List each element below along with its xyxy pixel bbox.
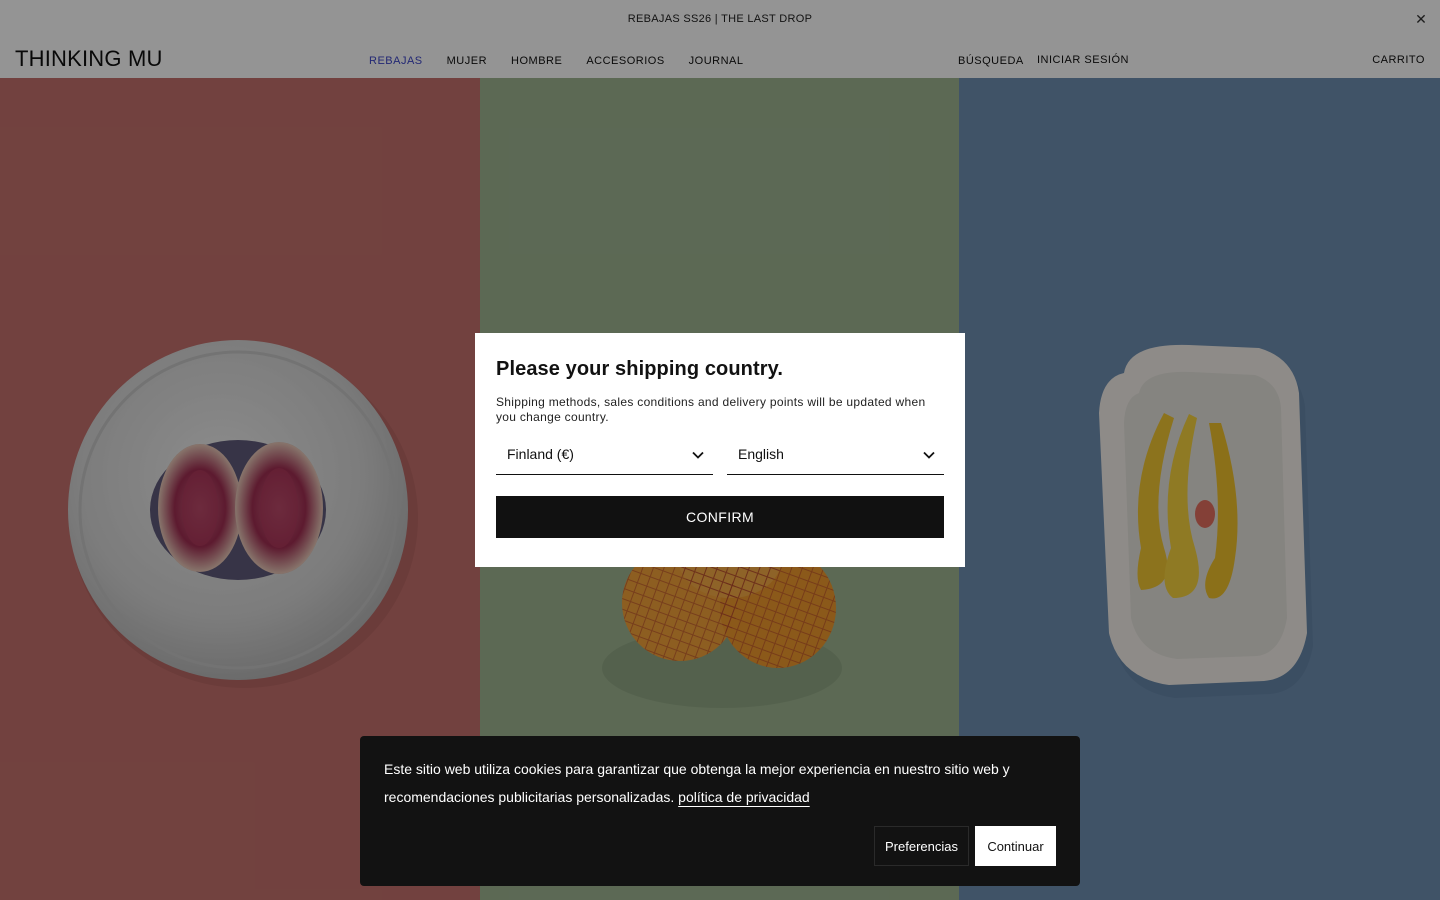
cookie-buttons: Preferencias Continuar <box>874 826 1056 866</box>
chevron-down-icon <box>923 451 935 459</box>
modal-description: Shipping methods, sales conditions and d… <box>496 395 926 424</box>
confirm-button[interactable]: CONFIRM <box>496 496 944 538</box>
country-select-value: Finland (€) <box>507 446 574 462</box>
shipping-country-modal: Please your shipping country. Shipping m… <box>475 333 965 567</box>
preferences-button[interactable]: Preferencias <box>874 826 969 866</box>
cookie-text: Este sitio web utiliza cookies para gara… <box>384 755 1054 811</box>
language-select[interactable]: English <box>727 443 944 475</box>
modal-title: Please your shipping country. <box>496 358 784 380</box>
language-select-value: English <box>738 446 784 462</box>
chevron-down-icon <box>692 451 704 459</box>
continue-button[interactable]: Continuar <box>975 826 1056 866</box>
country-select[interactable]: Finland (€) <box>496 443 713 475</box>
modal-selects: Finland (€) English <box>496 443 944 475</box>
privacy-policy-link[interactable]: política de privacidad <box>678 789 810 805</box>
cookie-banner: Este sitio web utiliza cookies para gara… <box>360 736 1080 886</box>
